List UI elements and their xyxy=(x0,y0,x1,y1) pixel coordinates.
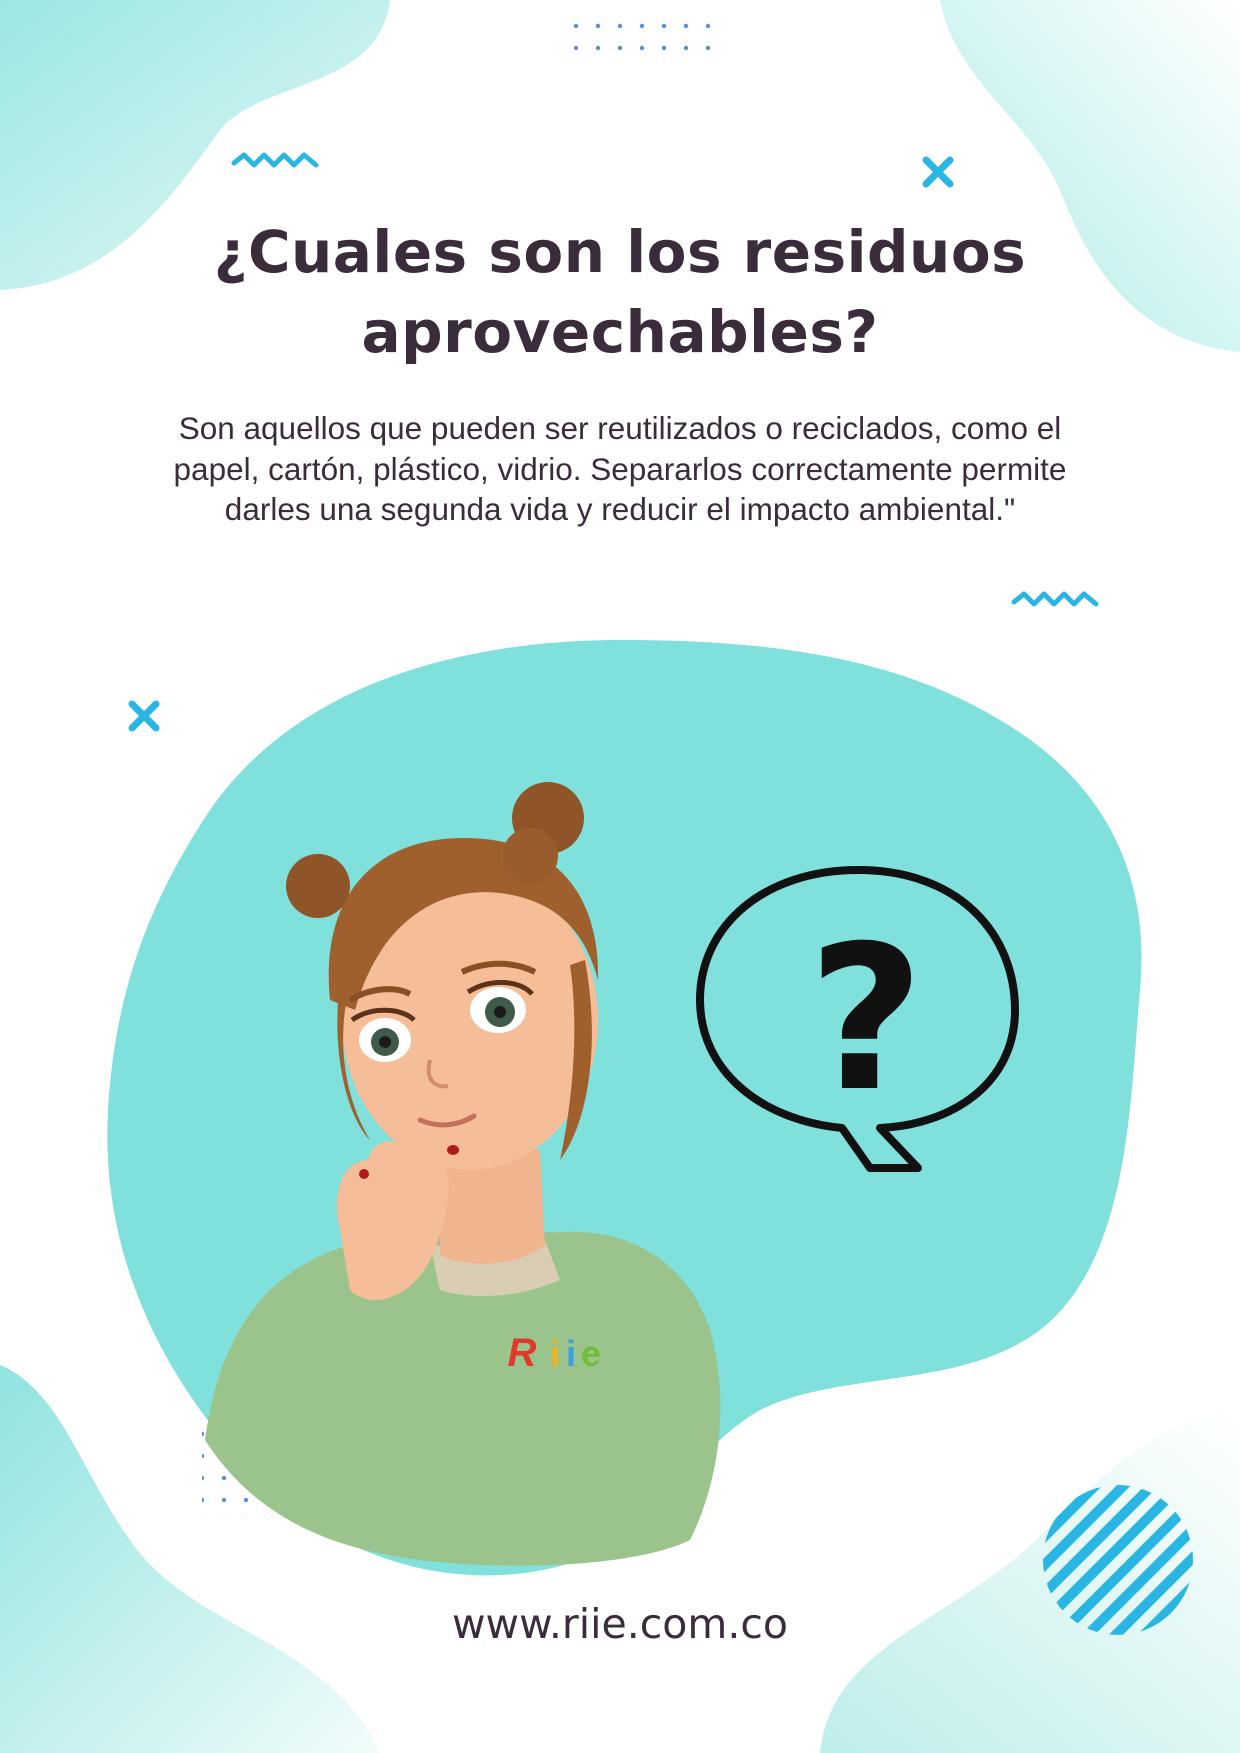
svg-text:e: e xyxy=(581,1333,601,1374)
svg-text:i: i xyxy=(550,1333,560,1374)
shirt-logo-text: R xyxy=(508,1331,537,1375)
poster-page: ¿Cuales son los residuos aprovechables? … xyxy=(0,0,1240,1753)
website-url[interactable]: www.riie.com.co xyxy=(320,1596,920,1652)
illustration: R i i e ? xyxy=(107,640,1142,1576)
svg-text:i: i xyxy=(566,1333,576,1374)
question-mark-text: ? xyxy=(808,903,924,1136)
